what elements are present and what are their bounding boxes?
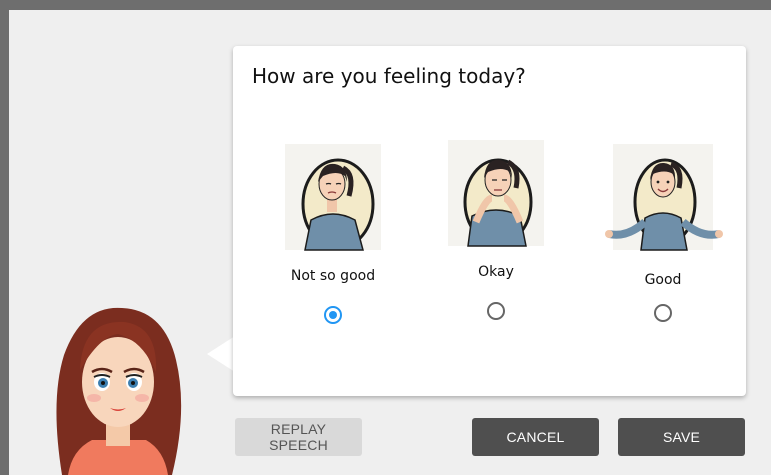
neutral-woman-illustration — [448, 140, 544, 247]
cancel-button[interactable]: CANCEL — [472, 418, 599, 456]
happy-woman-illustration — [605, 144, 723, 251]
option-okay[interactable]: Okay — [431, 138, 561, 320]
app-screen: How are you feeling today? Not so good O… — [9, 10, 771, 475]
sad-woman-illustration — [285, 144, 381, 251]
save-button[interactable]: SAVE — [618, 418, 745, 456]
option-label: Okay — [478, 264, 514, 280]
option-label: Not so good — [290, 268, 376, 284]
question-card: How are you feeling today? Not so good O… — [233, 46, 746, 396]
radio-good[interactable] — [654, 304, 672, 322]
assistant-avatar — [56, 307, 182, 475]
option-good[interactable]: Good — [598, 142, 728, 322]
speech-bubble-pointer — [207, 336, 235, 372]
radio-not-so-good[interactable] — [324, 306, 342, 324]
replay-speech-button[interactable]: REPLAY SPEECH — [235, 418, 362, 456]
option-label: Good — [644, 272, 682, 288]
question-title: How are you feeling today? — [252, 64, 526, 88]
radio-okay[interactable] — [487, 302, 505, 320]
option-not-so-good[interactable]: Not so good — [268, 142, 398, 324]
